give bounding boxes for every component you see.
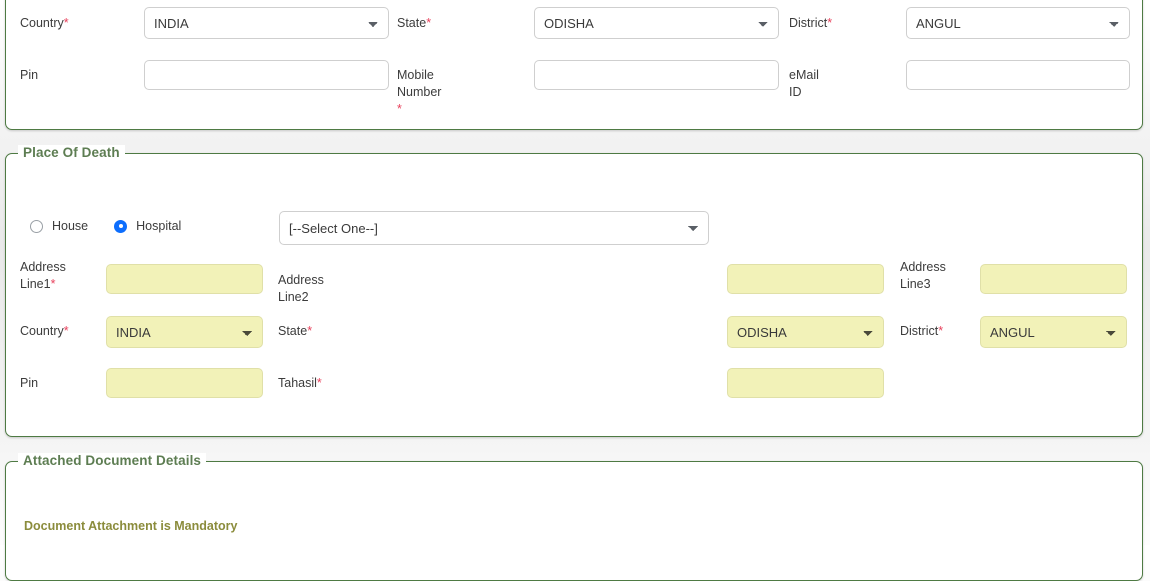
hospital-select[interactable]: [--Select One--] — [279, 211, 709, 245]
mobile-input[interactable] — [534, 60, 779, 90]
country-select[interactable]: INDIA — [144, 7, 389, 39]
state-select[interactable]: ODISHA — [534, 7, 779, 39]
mobile-label: Mobile Number * — [397, 68, 442, 116]
place-district-label: District* — [900, 324, 944, 338]
address-line2-label: Address Line2 — [278, 273, 324, 304]
place-state-label: State* — [278, 324, 313, 338]
address-line1-input[interactable] — [106, 264, 263, 294]
radio-icon-hospital[interactable] — [114, 219, 128, 233]
attached-documents-legend: Attached Document Details — [18, 453, 207, 468]
radio-label-house: House — [52, 219, 89, 233]
pin-input[interactable] — [144, 60, 389, 90]
required-asterisk: * — [426, 16, 432, 30]
required-asterisk: * — [50, 277, 56, 291]
address-line3-label: Address Line3 — [900, 260, 946, 291]
place-state-select[interactable]: ODISHA — [727, 316, 884, 348]
place-of-death-legend: Place Of Death — [18, 145, 125, 160]
address-line2-input[interactable] — [727, 264, 884, 294]
state-label: State* — [397, 16, 432, 30]
radio-icon-house[interactable] — [30, 219, 43, 233]
place-country-select[interactable]: INDIA — [106, 316, 263, 348]
required-asterisk: * — [938, 324, 944, 338]
district-select[interactable]: ANGUL — [906, 7, 1130, 39]
required-asterisk: * — [307, 324, 313, 338]
tahasil-input[interactable] — [727, 368, 884, 398]
radio-option-hospital[interactable]: Hospital — [114, 219, 181, 233]
required-asterisk: * — [316, 376, 322, 390]
address-line1-label: Address Line1* — [20, 260, 66, 291]
required-asterisk: * — [63, 16, 69, 30]
document-mandatory-note: Document Attachment is Mandatory — [24, 519, 238, 533]
place-type-radio-group[interactable]: House Hospital — [30, 219, 207, 233]
attached-documents-panel: Attached Document Details Document Attac… — [5, 453, 1143, 581]
required-asterisk: * — [397, 102, 402, 116]
email-input[interactable] — [906, 60, 1130, 90]
pin-label: Pin — [20, 68, 39, 82]
email-label: eMail ID — [789, 68, 819, 99]
required-asterisk: * — [827, 16, 833, 30]
form-page: Country* INDIA State* ODISHA District* A… — [0, 0, 1150, 581]
radio-option-house[interactable]: House — [30, 219, 88, 233]
place-pin-input[interactable] — [106, 368, 263, 398]
place-of-death-panel: Place Of Death House Hospital [--Select … — [5, 145, 1143, 437]
place-district-select[interactable]: ANGUL — [980, 316, 1127, 348]
contact-details-panel: Country* INDIA State* ODISHA District* A… — [5, 0, 1143, 130]
district-label: District* — [789, 16, 833, 30]
tahasil-label: Tahasil* — [278, 376, 322, 390]
place-country-label: Country* — [20, 324, 69, 338]
place-pin-label: Pin — [20, 376, 39, 390]
radio-label-hospital: Hospital — [136, 219, 182, 233]
address-line3-input[interactable] — [980, 264, 1127, 294]
country-label: Country* — [20, 16, 69, 30]
required-asterisk: * — [63, 324, 69, 338]
